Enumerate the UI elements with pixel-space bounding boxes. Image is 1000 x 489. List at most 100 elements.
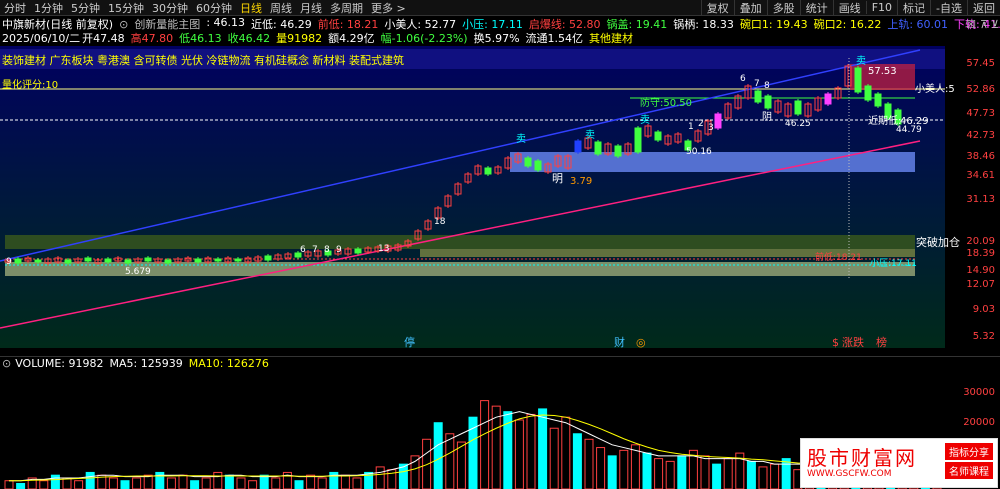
sell-label-2: 卖 xyxy=(585,129,595,141)
volume-info-row: ⊙ VOLUME: 91982 MA5: 125939 MA10: 126276 xyxy=(0,356,1000,370)
candle-35 xyxy=(354,248,362,254)
share-tag[interactable]: 指标分享 xyxy=(945,443,993,460)
toolbar-button-6[interactable]: 标记 xyxy=(897,0,930,16)
open-label: 开 xyxy=(82,32,94,45)
period-toolbar: 分时 1分钟 5分钟 15分钟 30分钟 60分钟 日线 周线 月线 多周期 更多 > 复权 叠加 多股… xyxy=(0,0,1000,16)
vol-value: 91982 xyxy=(287,31,323,45)
price-chart[interactable]: 57.45 52.86 47.73 42.73 38.46 34.61 31.13 20.09… xyxy=(0,46,1000,348)
candle-52 xyxy=(524,157,532,167)
indicator-value-8: 碗口1: 19.43 xyxy=(739,18,808,31)
low-label: 低 xyxy=(179,32,191,45)
toolbar-button-3[interactable]: 统计 xyxy=(799,0,833,16)
seq-number-0: 6 xyxy=(740,74,746,84)
seq-number-7: 9 xyxy=(6,257,12,267)
change-label: 幅 xyxy=(380,32,392,45)
candle-85 xyxy=(854,67,862,93)
period-tab-1[interactable]: 1分钟 xyxy=(30,0,67,16)
volume-bar-58 xyxy=(677,455,687,489)
candle-10 xyxy=(104,258,112,263)
candle-19 xyxy=(194,258,202,263)
sell-label-top: 卖 xyxy=(856,55,866,67)
defend-label: 防守:50.50 xyxy=(640,96,692,109)
ma5-label: MA5: 125939 xyxy=(109,357,183,370)
period-tab-7[interactable]: 周线 xyxy=(266,0,296,16)
price-tick-4: 38.46 xyxy=(966,151,995,162)
toolbar-button-0[interactable]: 复权 xyxy=(700,0,734,16)
high-label: 高 xyxy=(130,32,142,45)
small-press-label: 小压:17.11 xyxy=(870,258,917,269)
volume-bar-49 xyxy=(572,433,582,489)
volume-bar-55 xyxy=(642,452,652,489)
period-tab-0[interactable]: 分时 xyxy=(0,0,30,16)
period-tab-6[interactable]: 日线 xyxy=(236,0,266,16)
period-tab-9[interactable]: 多周期 xyxy=(326,0,367,16)
volume-tick-0: 30000 xyxy=(963,387,995,398)
volume-bar-10 xyxy=(120,480,130,489)
indicator-name[interactable]: 创新量能主图 xyxy=(134,16,200,32)
price-5016-label: 50.16 xyxy=(686,147,712,157)
period-tab-4[interactable]: 30分钟 xyxy=(148,0,192,16)
gear-icon[interactable]: ⊙ xyxy=(119,18,128,31)
seq-number-10: 8 xyxy=(324,245,330,255)
candle-65 xyxy=(654,131,662,141)
sell-label-3: 卖 xyxy=(640,114,650,126)
toolbar-button-1[interactable]: 叠加 xyxy=(733,0,767,16)
period-tab-5[interactable]: 60分钟 xyxy=(192,0,236,16)
period-tab-2[interactable]: 5分钟 xyxy=(67,0,104,16)
toolbar-button-8[interactable]: 返回 xyxy=(967,0,1000,16)
ma10-label: MA10: 126276 xyxy=(188,357,269,370)
price-tick-8: 18.39 xyxy=(966,248,995,259)
price-tick-3: 42.73 xyxy=(966,130,995,141)
quote-info-row: 2025/06/10/二 开 47.48 高 47.80 低 46.13 收 46.42… xyxy=(0,30,1000,46)
candle-14 xyxy=(144,257,152,262)
candle-3 xyxy=(34,259,42,263)
candle-59 xyxy=(594,141,602,155)
seq-number-12: 13 xyxy=(378,244,389,254)
amount-value: 4.29亿 xyxy=(339,32,375,45)
up-icon[interactable]: ⊼ xyxy=(980,18,988,31)
indicator-value-0: : 46.13 xyxy=(206,16,246,29)
toolbar-button-5[interactable]: F10 xyxy=(865,1,897,14)
seq-number-11: 9 xyxy=(336,245,342,255)
industry-label[interactable]: 其他建材 xyxy=(589,30,633,46)
period-tab-8[interactable]: 月线 xyxy=(296,0,326,16)
volume-label: VOLUME: 91982 xyxy=(15,357,104,370)
toolbar-buttons: 复权 叠加 多股 统计 画线 F10 标记 -自选 返回 xyxy=(700,0,1000,16)
candle-71 xyxy=(714,113,722,129)
candle-63 xyxy=(634,127,642,153)
toolbar-button-2[interactable]: 多股 xyxy=(766,0,800,16)
plate-list[interactable]: 装饰建材 广东板块 粤港澳 含可转债 光伏 冷链物流 有机硅概念 新材料 装配式… xyxy=(2,52,404,68)
close-icon[interactable]: ☒ xyxy=(966,18,976,31)
turnover-label: 换 xyxy=(473,32,485,45)
price-axis: 57.45 52.86 47.73 42.73 38.46 34.61 31.13 20.09… xyxy=(966,58,995,342)
volume-bar-52 xyxy=(607,455,617,489)
toolbar-button-4[interactable]: 画线 xyxy=(832,0,866,16)
price-tick-5: 34.61 xyxy=(966,170,995,181)
candle-23 xyxy=(234,258,242,262)
indicator-value-7: 锅柄: 18.33 xyxy=(673,18,734,31)
event-icon-3: $ xyxy=(832,336,839,348)
event-icon-5: 榜 xyxy=(876,335,887,348)
price-tick-2: 47.73 xyxy=(966,108,995,119)
candle-48 xyxy=(484,167,492,175)
down-icon[interactable]: ⊻ xyxy=(991,18,999,31)
settings-icon[interactable]: ⊙ xyxy=(2,357,11,370)
price-5679-label: 5.679 xyxy=(125,267,151,277)
seq-number-4: 2 xyxy=(698,119,704,129)
price-4479-label: 44.79 xyxy=(896,125,922,135)
price-tick-12: 5.32 xyxy=(973,331,995,342)
period-tab-3[interactable]: 15分钟 xyxy=(104,0,148,16)
vol-label: 量 xyxy=(276,32,288,45)
sell-label-1: 卖 xyxy=(516,133,526,145)
small-beauty-label: 小美人:5 xyxy=(915,82,955,95)
price-379-label: 3.79 xyxy=(570,176,592,187)
volume-bar-22 xyxy=(259,474,269,489)
low-value: 46.13 xyxy=(190,31,222,45)
toolbar-button-7[interactable]: -自选 xyxy=(930,0,967,16)
volume-bar-1 xyxy=(16,482,26,489)
amount-label: 额 xyxy=(328,32,340,45)
period-tab-10[interactable]: 更多 > xyxy=(367,0,410,16)
candle-61 xyxy=(614,145,622,157)
change-value: -1.06(-2.23%) xyxy=(391,31,468,45)
course-tag[interactable]: 名师课程 xyxy=(945,462,993,479)
